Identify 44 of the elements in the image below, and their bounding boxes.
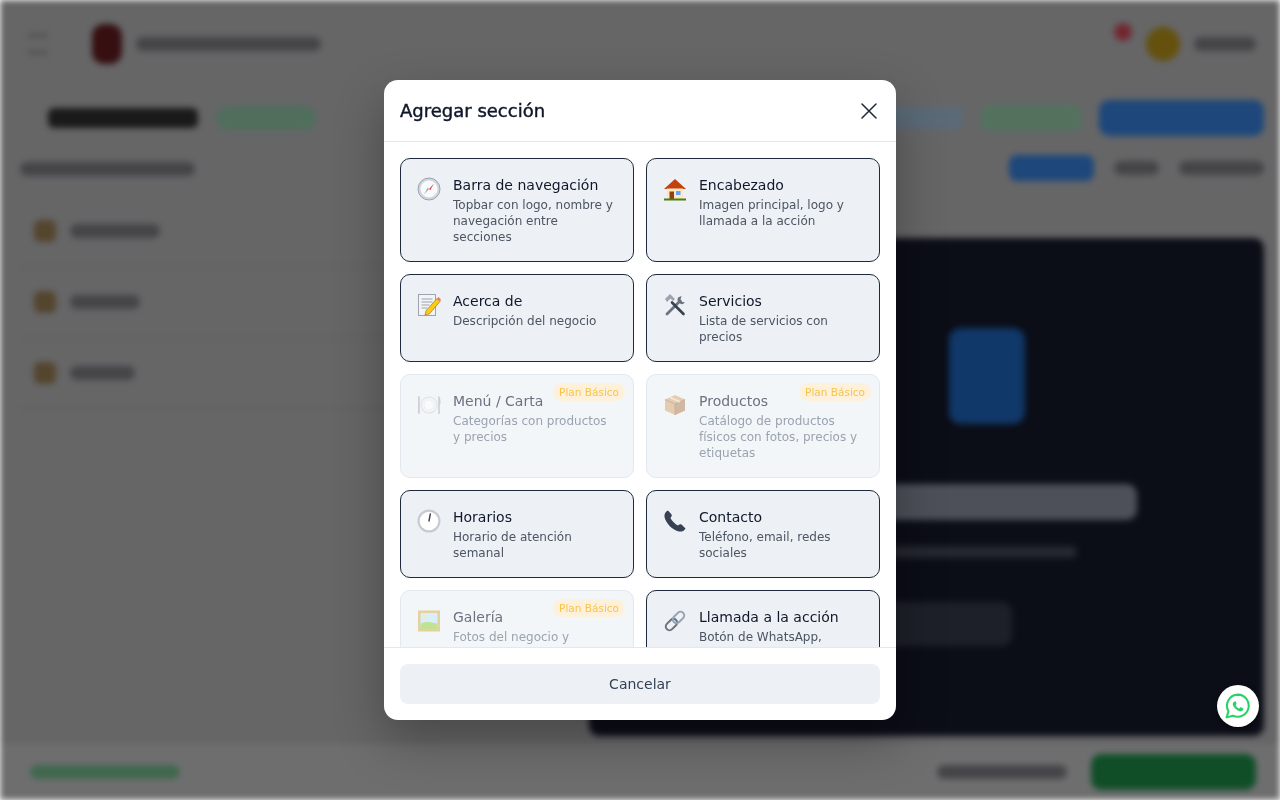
phone-receiver-icon (663, 509, 687, 533)
section-description: Descripción del negocio (453, 313, 597, 329)
section-description: Fotos del negocio y (453, 629, 570, 645)
section-title: Barra de navegación (453, 176, 599, 195)
section-option[interactable]: Acerca de Descripción del negocio (400, 274, 634, 362)
dialog-title: Agregar sección (400, 98, 546, 123)
section-title: Acerca de (453, 292, 523, 311)
plan-badge: Plan Básico (799, 383, 871, 401)
section-option[interactable]: Horarios Horario de atención semanal (400, 490, 634, 578)
compass-icon (417, 177, 441, 201)
section-description: Botón de WhatsApp, (699, 629, 822, 645)
section-option[interactable]: Servicios Lista de servicios con precios (646, 274, 880, 362)
section-option[interactable]: Barra de navegación Topbar con logo, nombre y navegación entre secciones (400, 158, 634, 262)
section-description: Imagen principal, logo y llamada a la acción (699, 197, 845, 229)
clock-icon (417, 509, 441, 533)
section-title: Contacto (699, 508, 763, 527)
section-description: Catálogo de productos físicos con fotos, precios y etiquetas (699, 413, 859, 461)
section-title: Productos (699, 392, 768, 411)
notepad-pencil-icon (417, 293, 441, 317)
section-title: Galería (453, 608, 504, 627)
section-title: Encabezado (699, 176, 784, 195)
section-option[interactable]: Contacto Teléfono, email, redes sociales (646, 490, 880, 578)
chain-link-icon (663, 609, 687, 633)
cardboard-box-icon (663, 393, 687, 417)
section-title: Horarios (453, 508, 512, 527)
cancel-button[interactable]: Cancelar (400, 664, 880, 704)
house-icon (663, 177, 687, 201)
section-option[interactable]: Llamada a la acción Botón de WhatsApp, (646, 590, 880, 647)
plate-cutlery-icon (417, 393, 441, 417)
framed-picture-icon (417, 609, 441, 633)
chat-bubble-phone-icon (1225, 693, 1251, 719)
section-title: Menú / Carta (453, 392, 544, 411)
section-title: Llamada a la acción (699, 608, 839, 627)
close-icon (861, 102, 877, 119)
section-description: Horario de atención semanal (453, 529, 573, 561)
plan-badge: Plan Básico (553, 599, 625, 617)
section-description: Topbar con logo, nombre y navegación entre secciones (453, 197, 614, 245)
section-description: Categorías con productos y precios (453, 413, 608, 445)
section-description: Lista de servicios con precios (699, 313, 829, 345)
section-description: Teléfono, email, redes sociales (699, 529, 832, 561)
hammer-wrench-icon (663, 293, 687, 317)
section-title: Servicios (699, 292, 762, 311)
section-option[interactable]: Encabezado Imagen principal, logo y llamada a la acción (646, 158, 880, 262)
plan-badge: Plan Básico (553, 383, 625, 401)
